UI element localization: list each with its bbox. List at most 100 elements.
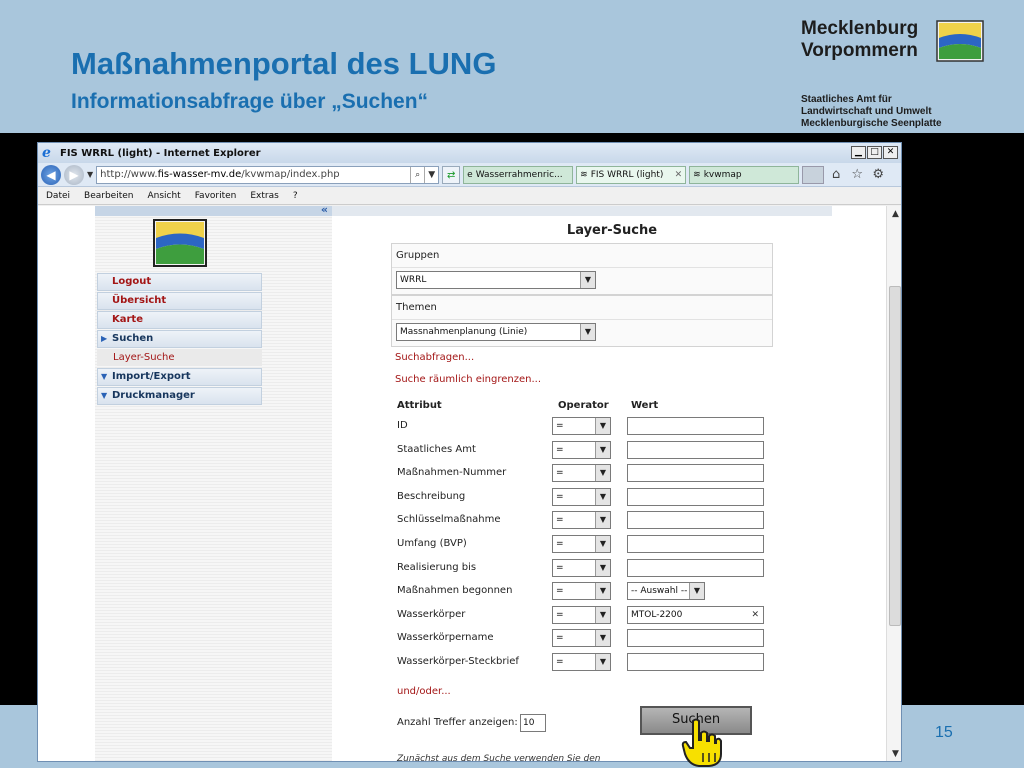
back-arrow-icon[interactable]: ◀ bbox=[41, 164, 61, 185]
menu-extras[interactable]: Extras bbox=[250, 191, 278, 201]
value-select[interactable]: -- Auswahl -- ▼ bbox=[627, 582, 705, 601]
close-button[interactable]: ✕ bbox=[883, 146, 898, 159]
page-title: Layer-Suche bbox=[566, 223, 658, 238]
forward-arrow-icon[interactable]: ▶ bbox=[64, 164, 84, 185]
scroll-down-icon[interactable]: ▼ bbox=[887, 746, 901, 761]
tab-wasserrahmenrichtlinie[interactable]: e Wasserrahmenric... bbox=[463, 165, 574, 184]
tab-fis-wrrl[interactable]: ≋ FIS WRRL (light) ✕ bbox=[576, 165, 687, 184]
operator-select[interactable]: = ▼ bbox=[552, 487, 611, 506]
menu-bearbeiten[interactable]: Bearbeiten bbox=[84, 191, 133, 201]
tab-close-icon[interactable]: ✕ bbox=[675, 170, 683, 180]
value-input[interactable] bbox=[627, 535, 764, 553]
attribute-row: Staatliches Amt = ▼ bbox=[397, 440, 777, 461]
chevron-down-icon: ▼ bbox=[595, 559, 610, 576]
themes-select-row: Massnahmenplanung (Linie) ▼ bbox=[392, 320, 772, 346]
attribute-label: ID bbox=[397, 420, 408, 431]
and-or-link[interactable]: und/oder... bbox=[397, 686, 451, 697]
collapse-sidebar-icon[interactable]: « bbox=[321, 203, 328, 216]
spatial-filter-link[interactable]: Suche räumlich eingrenzen... bbox=[395, 374, 541, 385]
menu-help[interactable]: ? bbox=[293, 191, 298, 201]
sidebar: « Logout Übersicht Karte ▶ Suchen Layer-… bbox=[95, 203, 332, 761]
caret-down-icon: ▼ bbox=[101, 391, 108, 400]
chevron-down-icon: ▼ bbox=[595, 583, 610, 600]
attribute-row: Umfang (BVP) = ▼ bbox=[397, 535, 777, 555]
operator-select[interactable]: = ▼ bbox=[552, 558, 611, 577]
home-icon[interactable]: ⌂ bbox=[827, 167, 845, 182]
value-input[interactable] bbox=[627, 558, 764, 577]
operator-select[interactable]: = ▼ bbox=[552, 605, 611, 624]
operator-select[interactable]: = ▼ bbox=[552, 653, 611, 671]
history-dropdown-icon[interactable]: ▼ bbox=[87, 170, 93, 179]
org-line-2: Landwirtschaft und Umwelt bbox=[801, 106, 932, 117]
refresh-icon[interactable]: ⇄ bbox=[442, 165, 461, 184]
attribute-row: Beschreibung = ▼ bbox=[397, 487, 777, 508]
sidebar-top-bar: « bbox=[95, 203, 332, 216]
sidebar-item-logout[interactable]: Logout bbox=[97, 273, 262, 291]
hits-input[interactable]: 10 bbox=[520, 714, 546, 732]
value-input[interactable] bbox=[627, 629, 764, 648]
new-tab-button[interactable] bbox=[802, 165, 825, 184]
state-flag-logo-icon bbox=[936, 20, 984, 62]
attribute-label: Wasserkörper-Steckbrief bbox=[397, 656, 519, 667]
url-dropdown-icon[interactable]: ▼ bbox=[424, 166, 438, 183]
themes-box: Themen Massnahmenplanung (Linie) ▼ bbox=[391, 295, 773, 347]
chevron-down-icon: ▼ bbox=[595, 630, 610, 647]
clear-input-icon[interactable]: ✕ bbox=[751, 607, 759, 623]
url-text: http://www.fis-wasser-mv.de/kvwmap/index… bbox=[100, 169, 340, 180]
operator-select[interactable]: = ▼ bbox=[552, 582, 611, 601]
search-icon[interactable]: ⌕ bbox=[410, 166, 424, 183]
address-bar: ◀ ▶ ▼ http://www.fis-wasser-mv.de/kvwmap… bbox=[38, 163, 901, 187]
themes-label: Themen bbox=[392, 296, 772, 320]
menu-ansicht[interactable]: Ansicht bbox=[147, 191, 180, 201]
themes-select[interactable]: Massnahmenplanung (Linie) ▼ bbox=[396, 323, 596, 341]
operator-select[interactable]: = ▼ bbox=[552, 440, 611, 459]
tab-icon: ≋ bbox=[580, 169, 588, 180]
attribute-label: Maßnahmen-Nummer bbox=[397, 467, 507, 479]
tab-kvwmap[interactable]: ≋ kvwmap bbox=[689, 165, 800, 184]
operator-select[interactable]: = ▼ bbox=[552, 417, 611, 435]
operator-select[interactable]: = ▼ bbox=[552, 535, 611, 553]
minimize-button[interactable]: ▁ bbox=[851, 146, 866, 159]
tab-icon: ≋ bbox=[693, 169, 701, 180]
chevron-down-icon: ▼ bbox=[595, 488, 610, 505]
operator-select[interactable]: = ▼ bbox=[552, 511, 611, 530]
value-input[interactable] bbox=[627, 487, 764, 506]
value-input[interactable] bbox=[627, 440, 764, 459]
gear-icon[interactable]: ⚙ bbox=[869, 167, 887, 182]
value-input[interactable] bbox=[627, 417, 764, 435]
star-icon[interactable]: ☆ bbox=[848, 167, 866, 182]
page-right-margin bbox=[832, 206, 886, 761]
scroll-thumb[interactable] bbox=[889, 286, 901, 626]
menu-datei[interactable]: Datei bbox=[46, 191, 70, 201]
slide-subtitle: Informationsabfrage über „Suchen“ bbox=[71, 90, 429, 113]
url-input[interactable]: http://www.fis-wasser-mv.de/kvwmap/index… bbox=[96, 165, 440, 184]
sidebar-menu: Logout Übersicht Karte ▶ Suchen Layer-Su… bbox=[97, 273, 262, 406]
attribute-label: Realisierung bis bbox=[397, 561, 477, 573]
groups-select[interactable]: WRRL ▼ bbox=[396, 271, 596, 289]
vertical-scrollbar[interactable]: ▲ ▼ bbox=[886, 206, 901, 761]
sidebar-item-layer-suche[interactable]: Layer-Suche bbox=[97, 349, 262, 366]
menu-favoriten[interactable]: Favoriten bbox=[195, 191, 237, 201]
maximize-button[interactable]: □ bbox=[867, 146, 882, 159]
web-page: « Logout Übersicht Karte ▶ Suchen Layer-… bbox=[38, 203, 886, 761]
value-input[interactable] bbox=[627, 511, 764, 530]
org-line-3: Mecklenburgische Seenplatte bbox=[801, 118, 942, 129]
sidebar-item-suchen[interactable]: ▶ Suchen bbox=[97, 330, 262, 348]
value-input[interactable] bbox=[627, 464, 764, 483]
operator-select[interactable]: = ▼ bbox=[552, 464, 611, 483]
attribute-label: Umfang (BVP) bbox=[397, 538, 467, 549]
scroll-up-icon[interactable]: ▲ bbox=[887, 206, 901, 223]
attribute-row: Wasserkörpername = ▼ bbox=[397, 629, 777, 649]
value-input[interactable]: MTOL-2200 ✕ bbox=[627, 605, 764, 624]
browser-window: e FIS WRRL (light) - Internet Explorer ▁… bbox=[37, 142, 902, 762]
value-input[interactable] bbox=[627, 653, 764, 671]
attribute-row: Wasserkörper-Steckbrief = ▼ bbox=[397, 653, 777, 673]
sidebar-item-import-export[interactable]: ▼ Import/Export bbox=[97, 368, 262, 386]
queries-link[interactable]: Suchabfragen... bbox=[395, 352, 474, 363]
attribute-column-header: Attribut bbox=[397, 400, 442, 411]
sidebar-item-uebersicht[interactable]: Übersicht bbox=[97, 292, 262, 310]
operator-select[interactable]: = ▼ bbox=[552, 629, 611, 648]
attribute-row: Wasserkörper = ▼ MTOL-2200 ✕ bbox=[397, 605, 777, 626]
sidebar-item-karte[interactable]: Karte bbox=[97, 311, 262, 329]
sidebar-item-druckmanager[interactable]: ▼ Druckmanager bbox=[97, 387, 262, 405]
